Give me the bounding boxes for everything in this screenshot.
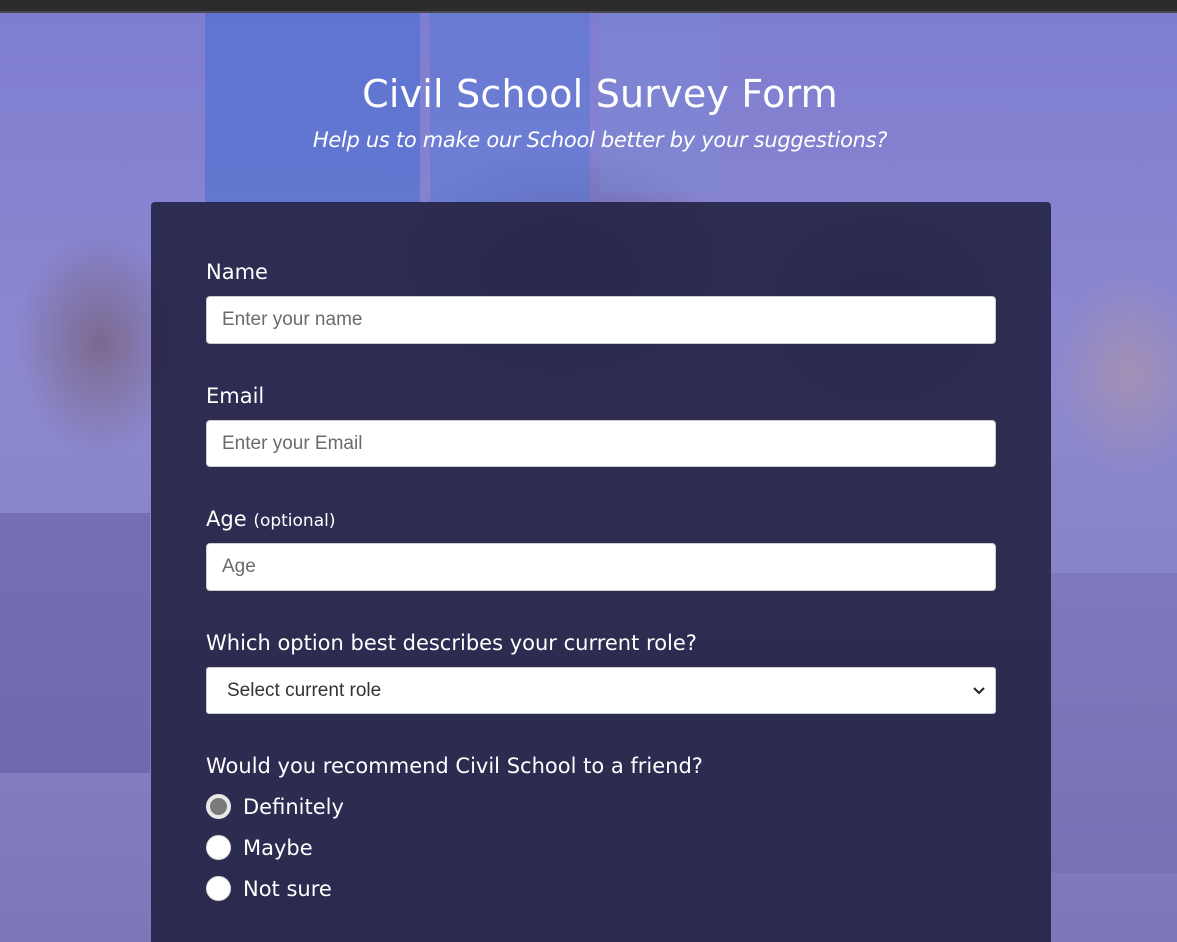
browser-top-bar [0, 0, 1177, 13]
email-label: Email [206, 384, 265, 408]
page-title: Civil School Survey Form [362, 72, 838, 116]
recommend-options: Definitely Maybe Not sure [206, 786, 996, 909]
chevron-down-icon [973, 686, 985, 695]
role-label: Which option best describes your current… [206, 631, 697, 655]
name-input[interactable]: Enter your name [206, 296, 996, 344]
role-select[interactable]: Select current role [206, 667, 996, 714]
radio-label: Maybe [243, 835, 313, 860]
radio-option-not-sure[interactable]: Not sure [206, 868, 996, 909]
age-field-group: Age (optional) Age [206, 507, 996, 591]
radio-label: Not sure [243, 876, 332, 901]
radio-label: Definitely [243, 794, 344, 819]
radio-button[interactable] [206, 876, 231, 901]
radio-button[interactable] [206, 794, 231, 819]
name-label: Name [206, 260, 268, 284]
radio-button[interactable] [206, 835, 231, 860]
role-field-group: Which option best describes your current… [206, 631, 996, 714]
recommend-field-group: Would you recommend Civil School to a fr… [206, 754, 996, 909]
page-description: Help us to make our School better by you… [312, 128, 888, 152]
page-header: Civil School Survey Form Help us to make… [0, 72, 1177, 152]
email-field-group: Email Enter your Email [206, 384, 996, 467]
recommend-label: Would you recommend Civil School to a fr… [206, 754, 703, 778]
age-label: Age (optional) [206, 507, 996, 531]
age-input[interactable]: Age [206, 543, 996, 591]
email-input[interactable]: Enter your Email [206, 420, 996, 467]
age-label-text: Age [206, 507, 247, 531]
survey-form: Name Enter your name Email Enter your Em… [151, 202, 1051, 942]
background-shade [1050, 573, 1177, 873]
background-shade [0, 513, 150, 773]
radio-option-maybe[interactable]: Maybe [206, 827, 996, 868]
name-field-group: Name Enter your name [206, 260, 996, 344]
age-optional-note: (optional) [253, 511, 336, 531]
radio-option-definitely[interactable]: Definitely [206, 786, 996, 827]
role-select-value: Select current role [227, 679, 382, 701]
